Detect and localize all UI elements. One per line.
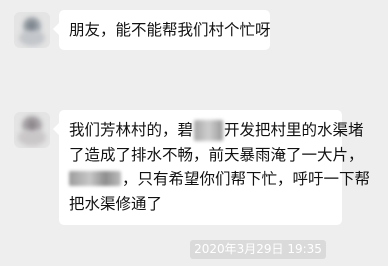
- message-text: 我们芳林村的，碧: [69, 121, 194, 139]
- message-line: 我们芳林村的，碧桂园开发把村里的水渠堵: [69, 118, 364, 143]
- message-line: ，只有希望你们帮下忙，呼吁一下帮: [69, 167, 370, 192]
- message-bubble[interactable]: 我们芳林村的，碧桂园开发把村里的水渠堵 了造成了排水不畅，前天暴雨淹了一大片， …: [53, 110, 370, 225]
- message-line: 把水渠修通了: [69, 192, 342, 217]
- sender-avatar[interactable]: [14, 112, 50, 148]
- sender-avatar[interactable]: [14, 12, 50, 48]
- message-line: 了造成了排水不畅，前天暴雨淹了一大片，: [69, 143, 364, 168]
- message-text: 朋友，能不能帮我们村个忙呀: [69, 21, 271, 39]
- message-text: 开发把村里的水渠堵: [224, 121, 364, 139]
- timestamp-badge: 2020年3月29日 19:35: [190, 240, 326, 259]
- blurred-text: [69, 171, 121, 186]
- message-bubble[interactable]: 朋友，能不能帮我们村个忙呀: [53, 10, 271, 50]
- message-text: 了造成了排水不畅，前天暴雨淹了一大片，: [69, 145, 364, 164]
- message-text: 把水渠修通了: [69, 194, 163, 213]
- message-text: ，只有希望你们帮下忙，呼吁一下帮: [122, 170, 371, 188]
- blurred-text: 桂园: [193, 118, 224, 143]
